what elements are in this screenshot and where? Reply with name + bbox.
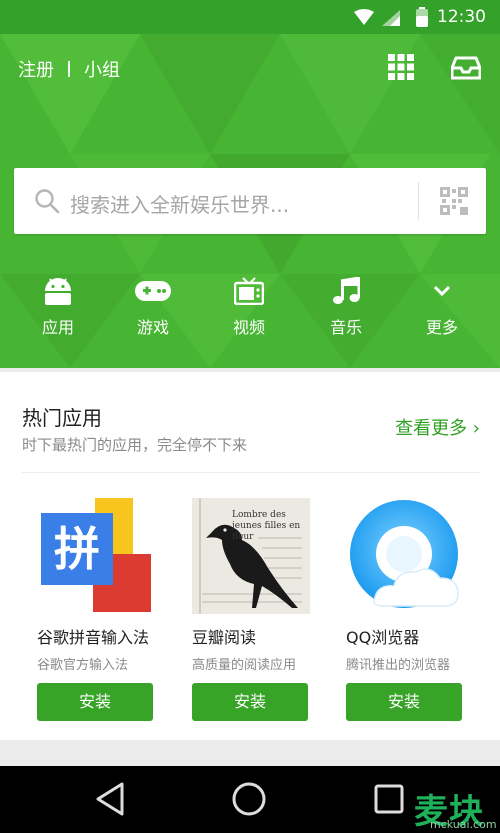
- app-name: 谷歌拼音输入法: [37, 628, 150, 647]
- app-name: 豆瓣阅读: [192, 628, 257, 647]
- tv-icon: [209, 274, 289, 308]
- category-label: 游戏: [136, 318, 169, 337]
- recent-apps-icon[interactable]: [374, 784, 404, 814]
- app-description: 谷歌官方输入法: [37, 658, 129, 673]
- apps-grid-icon[interactable]: [388, 54, 414, 80]
- see-more-link[interactable]: 查看更多 ›: [395, 414, 480, 440]
- category-more[interactable]: 更多: [402, 274, 482, 338]
- app-logo-text: 拼: [54, 522, 100, 576]
- install-button[interactable]: 安装: [346, 683, 462, 721]
- app-icon-google-pinyin: 拼: [37, 498, 155, 614]
- app-item[interactable]: Lombre des jeunes filles en fleur 豆瓣阅读 高…: [192, 498, 312, 721]
- gamepad-icon: [113, 274, 193, 308]
- signal-icon: [382, 10, 400, 30]
- book-cover-text: Lombre des jeunes filles en fleur: [232, 510, 301, 542]
- home-icon[interactable]: [231, 781, 267, 817]
- app-description: 腾讯推出的浏览器: [346, 658, 451, 673]
- category-label: 音乐: [329, 318, 362, 337]
- app-name: QQ浏览器: [346, 628, 420, 647]
- category-row: 应用 游戏 视频 音乐 更多: [0, 274, 500, 344]
- back-icon[interactable]: [94, 782, 126, 816]
- header: 注册 小组 搜索进入全新娱乐世界... 应用 游戏 视频 音乐 更多: [0, 34, 500, 368]
- search-divider: [418, 182, 419, 220]
- category-label: 视频: [232, 318, 265, 337]
- section-title: 热门应用: [22, 406, 102, 430]
- install-button[interactable]: 安装: [37, 683, 153, 721]
- divider: [22, 472, 480, 473]
- search-bar[interactable]: 搜索进入全新娱乐世界...: [14, 168, 486, 234]
- section-subtitle: 时下最热门的应用，完全停不下来: [22, 436, 248, 454]
- category-music[interactable]: 音乐: [306, 274, 386, 338]
- account-links: 注册 小组: [18, 56, 120, 82]
- search-placeholder: 搜索进入全新娱乐世界...: [70, 193, 290, 217]
- app-item[interactable]: QQ浏览器 腾讯推出的浏览器 安装: [346, 498, 466, 721]
- wifi-icon: [354, 9, 374, 29]
- chevron-down-icon: [402, 274, 482, 308]
- category-video[interactable]: 视频: [209, 274, 289, 338]
- android-icon: [18, 274, 98, 308]
- category-games[interactable]: 游戏: [113, 274, 193, 338]
- search-icon: [35, 189, 60, 214]
- app-item[interactable]: 拼 谷歌拼音输入法 谷歌官方输入法 安装: [37, 498, 157, 721]
- watermark-url: mckuai.com: [430, 818, 497, 831]
- status-bar: 12:30: [0, 0, 500, 34]
- music-note-icon: [306, 274, 386, 308]
- category-label: 更多: [425, 318, 458, 337]
- hot-apps-card: 热门应用 时下最热门的应用，完全停不下来 查看更多 › 拼 谷歌拼音输入法 谷歌…: [0, 372, 500, 740]
- battery-icon: [416, 7, 428, 31]
- category-apps[interactable]: 应用: [18, 274, 98, 338]
- download-manager-icon[interactable]: [451, 56, 481, 80]
- category-label: 应用: [41, 318, 74, 337]
- install-button[interactable]: 安装: [192, 683, 308, 721]
- divider: [68, 61, 70, 77]
- app-icon-qq-browser: [346, 498, 464, 614]
- app-icon-douban-read: Lombre des jeunes filles en fleur: [192, 498, 310, 614]
- qr-scan-icon[interactable]: [440, 187, 468, 215]
- register-link[interactable]: 注册: [18, 60, 54, 81]
- clock: 12:30: [437, 7, 486, 27]
- app-description: 高质量的阅读应用: [192, 658, 297, 673]
- group-link[interactable]: 小组: [84, 60, 120, 81]
